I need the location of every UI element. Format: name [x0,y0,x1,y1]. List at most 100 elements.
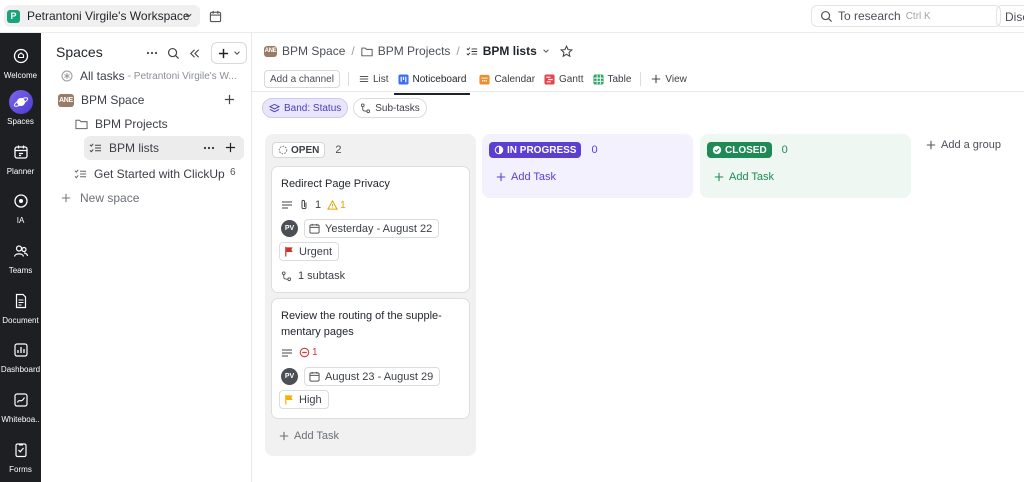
date-range[interactable]: August 23 - August 29 [304,367,441,386]
sidebar-item-bpm-space[interactable]: ANE BPM Space [41,88,252,112]
column-header: OPEN 2 [272,142,341,158]
avatar[interactable]: PV [281,220,298,237]
tab-gantt[interactable]: Gantt [540,68,587,90]
breadcrumb-label: BPM Space [282,44,346,58]
task-details: PV August 23 - August 29 [281,367,441,386]
subtask-icon [281,270,292,282]
search-icon[interactable] [167,47,180,60]
breadcrumb-list[interactable]: BPM lists [466,44,550,58]
add-task-label: Add Task [729,171,775,183]
sidebar-item-bpm-projects[interactable]: BPM Projects [41,112,252,136]
warning-indicator: 1 [327,200,346,211]
warning-count: 1 [340,199,346,211]
tab-label: Table [607,73,632,85]
subtask-toggle[interactable]: 1 subtask [281,270,345,282]
add-group-button[interactable]: Add a group [926,139,1001,151]
tab-table[interactable]: Table [589,68,636,90]
in-progress-icon [494,145,504,155]
rail-item-teams[interactable]: Teams [0,239,41,275]
sidebar-item-get-started[interactable]: Get Started with ClickUp 6 [41,162,252,186]
add-task-button[interactable]: Add Task [279,430,339,442]
calendar-icon [309,371,320,382]
divider [252,91,1024,92]
chevron-down-icon [542,47,550,55]
rail-item-ia[interactable]: IA [0,189,41,225]
discover-button[interactable]: Disc [996,5,1024,27]
rail-label: Document [2,316,39,325]
left-rail: Welcome Spaces Planner IA Teams Document… [0,33,41,482]
search-placeholder: To research [838,9,901,23]
rail-item-spaces[interactable]: Spaces [0,90,41,126]
open-status-icon [278,145,288,155]
breadcrumb-separator: / [351,44,355,58]
folder-icon [361,46,373,57]
new-space-button[interactable]: New space [41,186,252,210]
status-pill[interactable]: CLOSED [707,142,772,158]
plus-icon[interactable] [224,94,235,105]
sidebar-item-all-tasks[interactable]: All tasks - Petrantoni Virgile's W... [41,64,252,88]
rail-item-planner[interactable]: Planner [0,140,41,176]
paperclip-icon [299,199,309,211]
flag-icon [284,246,294,257]
tab-label: Noticeboard [412,73,467,85]
more-icon[interactable] [145,46,159,60]
rail-item-welcome[interactable]: Welcome [0,44,41,80]
space-badge: ANE [58,93,74,107]
tab-list[interactable]: List [355,68,393,90]
add-task-label: Add Task [294,430,340,442]
tab-calendar[interactable]: Calendar [475,68,539,90]
status-pill[interactable]: OPEN [272,142,326,158]
task-card[interactable]: Redirect Page Privacy 1 1 PV Yesterday -… [271,166,470,293]
status-label: CLOSED [725,144,767,156]
divider [640,72,642,86]
add-group-label: Add a group [941,139,1001,151]
workspace-switcher[interactable]: P Petrantoni Virgile's Workspace [4,5,200,27]
task-priority: Urgent [279,242,340,261]
sidebar-item-label: All tasks [80,69,125,83]
subtasks-chip[interactable]: Sub-tasks [353,98,427,118]
description-icon [281,348,293,358]
priority-tag[interactable]: Urgent [279,242,340,261]
rail-label: Forms [9,465,32,474]
add-task-button[interactable]: Add Task [496,171,556,183]
search-shortcut: Ctrl K [905,10,931,22]
add-view-button[interactable]: View [647,68,691,90]
board-column-in-progress: IN PROGRESS 0 Add Task [482,134,693,198]
board-column-open: OPEN 2 Redirect Page Privacy 1 1 PV Yest… [265,134,476,456]
column-header: CLOSED 0 [707,142,788,158]
breadcrumb-folder[interactable]: BPM Projects [361,44,451,58]
create-button[interactable] [211,42,247,64]
rail-item-whiteboards[interactable]: Whiteboa.. [0,388,41,424]
plus-icon[interactable] [225,142,236,153]
calendar-icon[interactable] [209,10,222,23]
more-icon[interactable] [202,141,216,155]
forms-icon [9,438,33,462]
filter-chips: Band: Status Sub-tasks [262,98,427,118]
breadcrumb-space[interactable]: ANE BPM Space [264,44,345,58]
group-by-status-chip[interactable]: Band: Status [262,98,349,118]
priority-tag[interactable]: High [279,390,329,409]
add-channel-button[interactable]: Add a channel [264,70,340,88]
collapse-sidebar-icon[interactable] [188,47,201,60]
sidebar-item-bpm-lists[interactable]: BPM lists [84,136,244,160]
list-icon [74,168,87,180]
column-count: 0 [591,144,598,156]
rail-label: Dashboard [0,365,41,374]
star-icon[interactable] [559,44,573,58]
add-task-button[interactable]: Add Task [714,171,774,183]
avatar[interactable]: PV [281,368,298,385]
rail-item-document[interactable]: Document [0,289,41,325]
date-range[interactable]: Yesterday - August 22 [304,219,440,238]
rail-item-forms[interactable]: Forms [0,438,41,474]
blocked-indicator: 1 [299,347,318,358]
planet-icon [8,90,33,114]
search-bar[interactable]: To research Ctrl K [811,5,1001,27]
breadcrumb-label: BPM Projects [377,44,451,58]
task-card[interactable]: Review the routing of the supple-mentary… [271,298,470,419]
tab-noticeboard[interactable]: Noticeboard [393,68,471,95]
rail-item-dashboard[interactable]: Dashboard [0,338,41,374]
dashboard-icon [9,338,33,362]
status-pill[interactable]: IN PROGRESS [489,142,582,158]
task-count: 6 [230,167,236,178]
sidebar-title: Spaces [56,44,103,60]
